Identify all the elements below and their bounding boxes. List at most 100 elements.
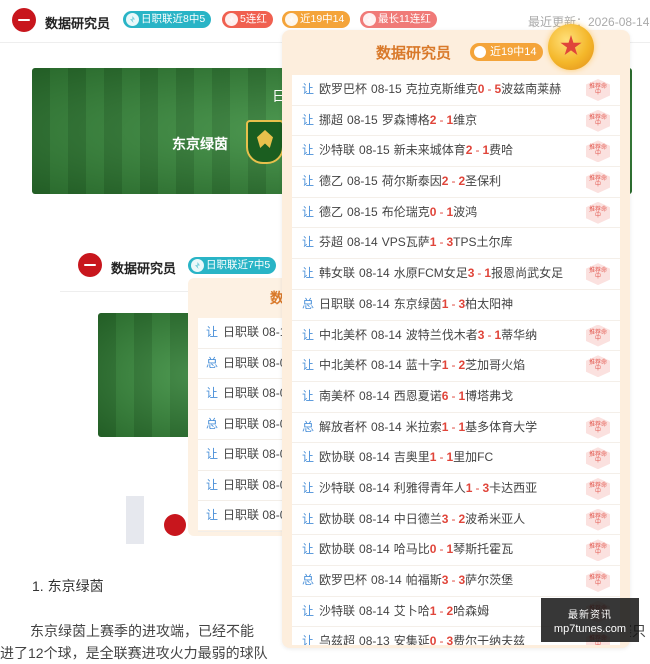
home-team: 荷尔斯泰因 — [381, 174, 442, 189]
list-item[interactable]: 让日职联 08-1 — [198, 318, 288, 349]
match-date: 08-14 — [359, 542, 390, 557]
tag-label: 日职联近8中5 — [141, 13, 206, 25]
match-date: 08-14 — [359, 480, 390, 495]
home-score: 0 — [429, 542, 437, 557]
home-score: 2 — [465, 143, 473, 158]
league-name: 欧罗巴杯 — [319, 573, 368, 587]
score-dash: - — [451, 174, 456, 189]
match-date: 08-14 — [359, 511, 390, 526]
league-name: 沙特联 — [319, 143, 356, 158]
author-name[interactable]: 数据研究员 — [45, 13, 110, 32]
bet-type-label: 让 — [302, 388, 315, 403]
prediction-row[interactable]: 让沙特联 08-14 利雅得青年人1-3卡达西亚 — [292, 474, 620, 505]
away-team: 萨尔茨堡 — [465, 573, 514, 587]
hit-stamp-icon — [586, 417, 610, 439]
prediction-row[interactable]: 让欧协联 08-14 吉奥里1-1里加FC — [292, 443, 620, 474]
home-team: 中日德兰 — [393, 511, 442, 526]
home-score: 2 — [441, 174, 449, 189]
prediction-row[interactable]: 让德乙 08-15 荷尔斯泰因2-2圣保利 — [292, 167, 620, 198]
match-date: 08-15 — [371, 82, 402, 96]
home-score: 1 — [429, 450, 437, 465]
home-team-name: 东京绿茵 — [172, 136, 228, 152]
tag-recent-record: 近19中14 — [282, 11, 351, 28]
league-name: 德乙 — [319, 204, 344, 219]
league-name: 欧协联 — [319, 450, 356, 465]
match-date: 08-14 — [371, 327, 402, 342]
prediction-row[interactable]: 让欧协联 08-14 哈马比0-1琴斯托霍瓦 — [292, 535, 620, 566]
bet-type-label: 让 — [302, 174, 315, 189]
tag-label: 5连红 — [240, 13, 267, 25]
author-avatar[interactable] — [12, 8, 36, 32]
away-team: 里加FC — [453, 450, 494, 465]
prediction-row[interactable]: 让欧罗巴杯 08-15 克拉克斯维克0-5波兹南莱赫 — [292, 75, 620, 106]
away-team: 维京 — [453, 112, 478, 127]
match-date: 08-14 — [371, 358, 402, 373]
score-dash: - — [475, 480, 480, 495]
prediction-row[interactable]: 让沙特联 08-15 新未来城体育2-1费哈 — [292, 136, 620, 168]
score-dash: - — [439, 634, 444, 645]
match-text: 日职联 08-0 — [223, 508, 287, 522]
list-item[interactable]: 让日职联 08-0 — [198, 440, 288, 471]
prediction-row[interactable]: 让德乙 08-15 布伦瑞克0-1波鸿 — [292, 198, 620, 229]
list-item[interactable]: 让日职联 08-0 — [198, 501, 288, 532]
league-name: 沙特联 — [319, 480, 356, 495]
match-date: 08-15 — [347, 174, 378, 189]
league-name: 解放者杯 — [319, 419, 368, 434]
away-team: 费尔干纳夫兹 — [453, 634, 526, 645]
match-date: 08-15 — [347, 112, 378, 127]
away-team: 波兹南莱赫 — [501, 82, 562, 96]
watermark-url: mp7tunes.com — [553, 623, 627, 635]
home-team: 波特兰伐木者 — [405, 327, 478, 342]
bolt-icon — [126, 13, 139, 26]
home-team: 布伦瑞克 — [381, 204, 430, 219]
league-name: 芬超 — [319, 235, 344, 250]
prediction-row[interactable]: 让挪超 08-15 罗森博格2-1维京 — [292, 106, 620, 137]
bet-type-label: 让 — [302, 112, 315, 127]
prediction-row[interactable]: 总欧罗巴杯 08-14 帕福斯3-3萨尔茨堡 — [292, 566, 620, 597]
home-team: 新未来城体育 — [393, 143, 466, 158]
prediction-row[interactable]: 让中北美杯 08-14 波特兰伐木者3-1蒂华纳 — [292, 321, 620, 352]
away-team: 柏太阳神 — [465, 296, 514, 311]
hit-stamp-icon — [586, 570, 610, 592]
list-item[interactable]: 让日职联 08-0 — [198, 471, 288, 501]
list-item[interactable]: 总日职联 08-0 — [198, 410, 288, 440]
league-name: 乌兹超 — [319, 634, 356, 645]
bet-type-label: 让 — [302, 634, 315, 645]
bet-type-label: 让 — [302, 358, 315, 373]
panel-record-badge: 近19中14 — [470, 43, 544, 61]
score-dash: - — [475, 143, 480, 158]
predictions-panel-2: 数 让日职联 08-1 总日职联 08-0 让日职联 08-0 总日职联 08-… — [188, 278, 288, 536]
bet-type-label: 让 — [302, 143, 315, 158]
bet-type-label: 让 — [206, 477, 219, 492]
prediction-row[interactable]: 让欧协联 08-14 中日德兰3-2波希米亚人 — [292, 505, 620, 536]
home-score: 6 — [441, 388, 449, 403]
list-item[interactable]: 总日职联 08-0 — [198, 349, 288, 379]
prediction-row[interactable]: 总日职联 08-14 东京绿茵1-3柏太阳神 — [292, 290, 620, 321]
prediction-row[interactable]: 让韩女联 08-14 水原FCM女足3-1报恩尚武女足 — [292, 259, 620, 290]
score-dash: - — [487, 327, 492, 342]
prediction-row[interactable]: 总解放者杯 08-14 米拉索1-1基多体育大学 — [292, 413, 620, 444]
home-team: 帕福斯 — [405, 573, 442, 587]
score-dash: - — [451, 388, 456, 403]
list-item[interactable]: 让日职联 08-0 — [198, 379, 288, 410]
away-team: 基多体育大学 — [465, 419, 538, 434]
home-team: 西恩夏诺 — [393, 388, 442, 403]
prediction-row[interactable]: 让中北美杯 08-14 蓝十字1-2芝加哥火焰 — [292, 351, 620, 382]
bolt-icon — [225, 13, 238, 26]
prediction-row[interactable]: 让芬超 08-14 VPS瓦萨1-3TPS土尔库 — [292, 228, 620, 260]
author-name-2[interactable]: 数据研究员 — [111, 258, 176, 277]
score-dash: - — [451, 419, 456, 434]
away-team: 波鸿 — [453, 204, 478, 219]
team-crest-icon — [246, 120, 284, 164]
home-team: 米拉索 — [405, 419, 442, 434]
score-dash: - — [439, 450, 444, 465]
home-team: 蓝十字 — [405, 358, 442, 373]
author-avatar-2[interactable] — [78, 253, 102, 277]
small-avatar[interactable] — [164, 514, 186, 536]
prediction-row[interactable]: 让南美杯 08-14 西恩夏诺6-1博塔弗戈 — [292, 382, 620, 413]
match-date: 08-14 — [371, 419, 402, 434]
bet-type-label: 总 — [302, 419, 315, 434]
panel-title: 数据研究员 — [376, 45, 452, 62]
home-score: 0 — [429, 634, 437, 645]
away-team: 博塔弗戈 — [465, 388, 514, 403]
